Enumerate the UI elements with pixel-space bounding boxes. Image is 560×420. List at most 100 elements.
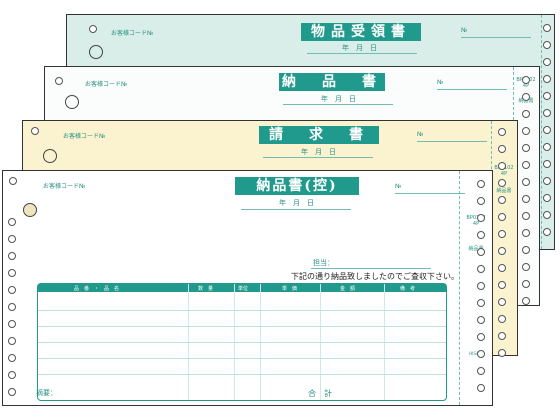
feed-hole <box>522 144 530 152</box>
feed-hole <box>522 127 530 135</box>
row-divider <box>38 374 446 375</box>
number-underline <box>395 193 465 194</box>
feed-hole <box>498 332 506 340</box>
sheet-hole <box>89 45 103 59</box>
feed-hole <box>543 58 551 66</box>
feed-hole <box>8 269 16 277</box>
feed-hole <box>522 195 530 203</box>
feed-hole <box>8 303 16 311</box>
feed-hole <box>498 349 506 357</box>
feed-hole <box>477 316 485 324</box>
number-label: № <box>437 79 444 86</box>
customer-code-label: お客様コード№ <box>63 133 106 140</box>
feed-hole <box>8 388 16 396</box>
feed-hole <box>31 127 39 135</box>
feed-hole <box>477 197 485 205</box>
feed-hole <box>498 213 506 221</box>
number-label: № <box>461 27 468 34</box>
sheet-hole <box>23 203 37 217</box>
side-label: 納品書 <box>496 188 512 194</box>
feed-hole <box>477 384 485 392</box>
feed-hole <box>522 280 530 288</box>
number-label: № <box>395 183 402 190</box>
feed-hole <box>498 281 506 289</box>
feed-hole <box>543 24 551 32</box>
date-field: 年 月 日 <box>301 148 336 156</box>
feed-hole <box>477 333 485 341</box>
feed-hole <box>498 247 506 255</box>
feed-hole <box>477 265 485 273</box>
feed-hole <box>543 109 551 117</box>
number-underline <box>437 89 507 90</box>
date-underline <box>283 104 393 105</box>
row-divider <box>38 310 446 311</box>
customer-code-label: お客様コード№ <box>111 30 154 37</box>
feed-hole <box>543 92 551 100</box>
feed-hole <box>477 299 485 307</box>
col-remarks: 備 考 <box>400 286 416 292</box>
feed-hole <box>498 162 506 170</box>
sheet-title: 納品書(控) <box>235 177 359 195</box>
sheet-hole <box>65 95 79 109</box>
feed-hole <box>477 180 485 188</box>
col-amount: 金 額 <box>340 286 356 292</box>
date-field: 年 月 日 <box>279 199 314 207</box>
feed-hole <box>477 248 485 256</box>
date-field: 年 月 日 <box>342 44 377 52</box>
feed-hole <box>498 298 506 306</box>
feed-hole <box>543 75 551 83</box>
delivery-message: 下記の通り納品致しましたのでご査収下さい。 <box>291 272 459 281</box>
feed-hole <box>8 337 16 345</box>
number-label: № <box>417 131 424 138</box>
row-divider <box>38 326 446 327</box>
feed-hole <box>55 77 63 85</box>
col-quantity: 数 量 <box>198 286 214 292</box>
person-underline <box>311 268 431 269</box>
date-field: 年 月 日 <box>321 95 356 103</box>
feed-hole <box>498 230 506 238</box>
perforation <box>459 171 460 405</box>
feed-hole <box>543 126 551 134</box>
feed-hole <box>498 196 506 204</box>
feed-hole <box>89 25 97 33</box>
feed-hole <box>477 214 485 222</box>
number-underline <box>417 141 487 142</box>
memo-label: 摘要： <box>36 389 57 397</box>
customer-code-label: お客様コード№ <box>43 183 86 190</box>
feed-hole <box>8 252 16 260</box>
feed-hole <box>522 110 530 118</box>
date-underline <box>241 209 351 210</box>
feed-hole <box>498 128 506 136</box>
feed-hole <box>543 160 551 168</box>
items-table: 品 番 ・ 品 名 数 量 単位 単 価 金 額 備 考 摘要： 合 計 <box>36 283 447 401</box>
col-unit: 単位 <box>238 286 249 292</box>
feed-hole <box>543 143 551 151</box>
feed-hole <box>8 235 16 243</box>
total-label: 合 計 <box>308 389 332 398</box>
customer-code-label: お客様コード№ <box>85 81 128 88</box>
feed-hole <box>543 211 551 219</box>
feed-hole <box>477 282 485 290</box>
sheet-title: 請 求 書 <box>259 126 379 144</box>
number-underline <box>461 37 531 38</box>
sheet-title: 物品受領書 <box>301 23 421 41</box>
feed-hole <box>522 297 530 305</box>
feed-hole <box>522 93 530 101</box>
feed-hole <box>8 354 16 362</box>
feed-hole <box>543 228 551 236</box>
feed-hole <box>498 315 506 323</box>
feed-hole <box>522 229 530 237</box>
date-underline <box>307 53 417 54</box>
row-divider <box>38 342 446 343</box>
feed-hole <box>498 145 506 153</box>
person-in-charge: 担当： <box>313 259 334 267</box>
feed-hole <box>8 286 16 294</box>
feed-hole <box>522 263 530 271</box>
feed-hole <box>543 177 551 185</box>
feed-hole <box>477 350 485 358</box>
feed-hole <box>498 179 506 187</box>
col-item-name: 品 番 ・ 品 名 <box>74 286 120 292</box>
sheet-hole <box>43 149 57 163</box>
feed-hole <box>522 178 530 186</box>
date-underline <box>263 157 373 158</box>
